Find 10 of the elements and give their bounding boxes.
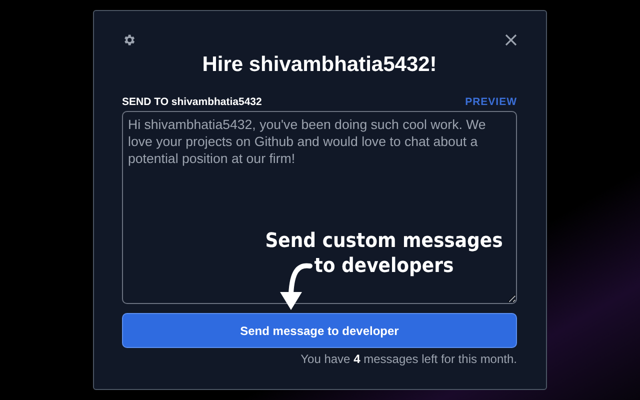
recipient-label: SEND TO shivambhatia5432	[122, 96, 262, 108]
callout-text: Send custom messages	[265, 228, 503, 253]
curved-arrow-icon	[280, 263, 312, 310]
send-button[interactable]: Send message to developer	[122, 313, 517, 348]
preview-link[interactable]: PREVIEW	[465, 96, 517, 108]
callout-text: to developers	[314, 253, 454, 278]
settings-icon[interactable]	[122, 33, 136, 47]
close-icon[interactable]	[505, 34, 517, 46]
dialog-title: Hire shivambhatia5432!	[201, 53, 438, 77]
quota-note: You have 4 messages left for this month.	[300, 352, 517, 366]
